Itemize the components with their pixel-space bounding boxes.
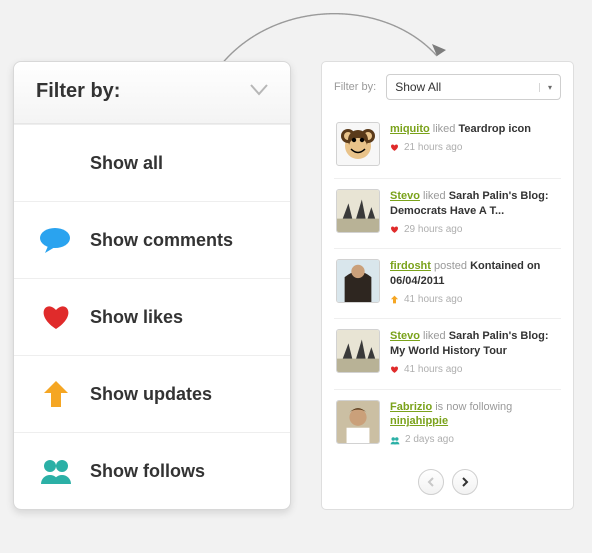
verb: is now following [435,401,512,413]
activity-row: Fabrizio is now following ninjahippie 2 … [334,390,561,459]
heart-icon [390,365,399,374]
verb: liked [423,190,446,202]
timestamp: 41 hours ago [404,363,462,377]
user-link[interactable]: Fabrizio [390,401,432,413]
filter-option-label: Show likes [90,307,183,328]
chevron-down-icon [250,83,268,101]
activity-body: miquito liked Teardrop icon 21 hours ago [390,122,559,166]
verb: liked [423,330,446,342]
comment-icon [38,224,74,256]
user-link[interactable]: miquito [390,123,430,135]
chevron-left-icon [427,477,435,487]
filter-option-comments[interactable]: Show comments [14,201,290,278]
activity-filter-label: Filter by: [334,81,376,93]
filter-dropdown: Filter by: Show all Show comments Show l… [13,61,291,510]
filter-dropdown-header[interactable]: Filter by: [14,62,290,124]
activity-body: firdosht posted Kontained on 06/04/2011 … [390,259,559,306]
chevron-down-icon: ▾ [539,83,552,92]
object-user-link[interactable]: ninjahippie [390,415,448,427]
spacer [38,147,74,179]
heart-icon [38,301,74,333]
activity-panel: Filter by: Show All ▾ miquito [321,61,574,510]
arrow-up-icon [390,295,399,304]
activity-row: Stevo liked Sarah Palin's Blog: Democrat… [334,179,561,249]
activity-body: Stevo liked Sarah Palin's Blog: Democrat… [390,189,559,236]
filter-option-follows[interactable]: Show follows [14,432,290,509]
filter-option-all[interactable]: Show all [14,124,290,201]
activity-filter-select[interactable]: Show All ▾ [386,74,561,100]
timestamp: 21 hours ago [404,141,462,155]
activity-row: Stevo liked Sarah Palin's Blog: My World… [334,319,561,389]
timestamp: 29 hours ago [404,223,462,237]
users-icon [390,436,400,445]
filter-option-label: Show comments [90,230,233,251]
users-icon [38,455,74,487]
verb: posted [434,260,467,272]
filter-option-likes[interactable]: Show likes [14,278,290,355]
filter-dropdown-title: Filter by: [36,80,120,103]
verb: liked [433,123,456,135]
user-link[interactable]: Stevo [390,190,420,202]
activity-body: Fabrizio is now following ninjahippie 2 … [390,400,559,447]
activity-row: miquito liked Teardrop icon 21 hours ago [334,112,561,179]
user-link[interactable]: Stevo [390,330,420,342]
select-value: Show All [395,80,441,94]
filter-option-label: Show updates [90,384,212,405]
activity-header: Filter by: Show All ▾ [334,74,561,100]
activity-feed: miquito liked Teardrop icon 21 hours ago [334,112,561,459]
filter-option-label: Show all [90,153,163,174]
pager [334,469,561,495]
timestamp: 41 hours ago [404,293,462,307]
prev-button[interactable] [418,469,444,495]
activity-body: Stevo liked Sarah Palin's Blog: My World… [390,329,559,376]
heart-icon [390,143,399,152]
chevron-right-icon [461,477,469,487]
avatar[interactable] [336,329,380,373]
avatar[interactable] [336,259,380,303]
user-link[interactable]: firdosht [390,260,431,272]
avatar[interactable] [336,122,380,166]
timestamp: 2 days ago [405,433,454,447]
next-button[interactable] [452,469,478,495]
arrow-up-icon [38,378,74,410]
filter-option-updates[interactable]: Show updates [14,355,290,432]
avatar[interactable] [336,400,380,444]
heart-icon [390,225,399,234]
activity-row: firdosht posted Kontained on 06/04/2011 … [334,249,561,319]
filter-option-label: Show follows [90,461,205,482]
object: Teardrop icon [458,123,531,135]
avatar[interactable] [336,189,380,233]
